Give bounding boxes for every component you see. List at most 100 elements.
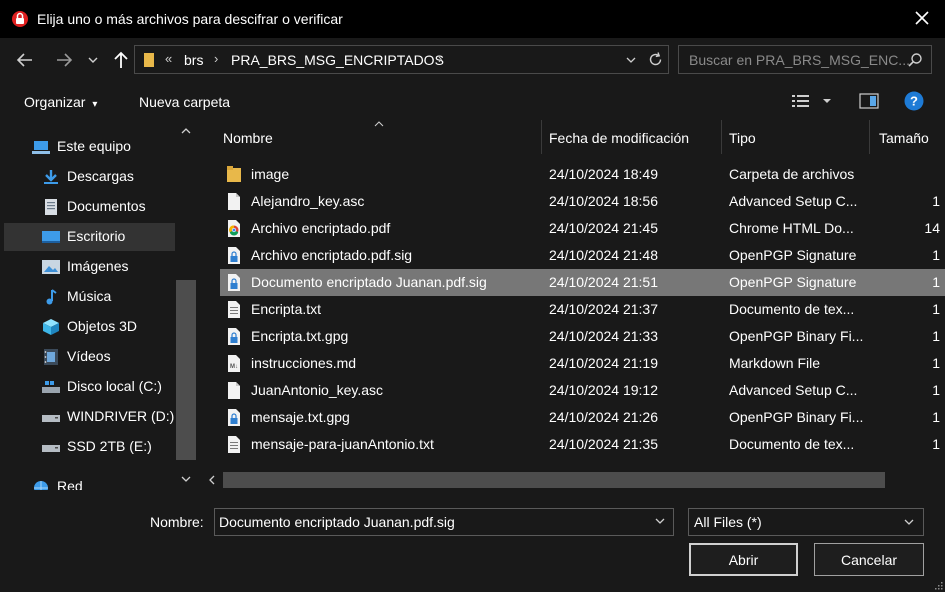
file-row[interactable]: Archivo encriptado.pdf.sig 24/10/2024 21:… [220,242,945,269]
view-details-icon[interactable] [791,93,811,109]
chevron-down-icon[interactable] [625,54,637,66]
open-button[interactable]: Abrir [689,543,798,576]
sidebar-item-local-disk-c[interactable]: Disco local (C:) [4,373,175,401]
sidebar-scrollbar[interactable] [176,120,196,490]
cancel-button[interactable]: Cancelar [814,543,924,576]
cell-name: Archivo encriptado.pdf [251,220,391,236]
file-row[interactable]: Encripta.txt 24/10/2024 21:37 Documento de… [220,296,945,323]
music-icon [46,289,57,305]
forward-icon[interactable] [53,50,75,70]
cell-type: Chrome HTML Do... [729,220,854,236]
sidebar-item-label: Escritorio [67,228,126,244]
breadcrumb-item[interactable]: brs [184,52,203,68]
sidebar-item-pictures[interactable]: Imágenes [4,253,175,281]
cell-size: 1 [932,193,940,209]
sidebar-item-music[interactable]: Música [4,283,175,311]
sidebar-scroll-thumb[interactable] [176,280,196,460]
file-row[interactable]: JuanAntonio_key.asc 24/10/2024 19:12 Advan… [220,377,945,404]
search-placeholder: Buscar en PRA_BRS_MSG_ENC... [689,52,910,68]
file-row[interactable]: mensaje-para-juanAntonio.txt 24/10/2024 2… [220,431,945,458]
cell-size: 1 [932,436,940,452]
organize-button[interactable]: Organizar ▾ [24,94,97,110]
column-header-type[interactable]: Tipo [722,120,869,154]
file-row[interactable]: M↓ instrucciones.md 24/10/2024 21:19 Markdo… [220,350,945,377]
navigation-pane: Este equipo Descargas Documentos Escrito… [0,120,196,490]
cell-date: 24/10/2024 21:26 [549,409,658,425]
cell-type: OpenPGP Signature [729,247,857,263]
sidebar-item-ssd-e[interactable]: SSD 2TB (E:) [4,433,175,461]
chevron-down-icon[interactable] [903,516,915,528]
sidebar-item-network[interactable]: Red [4,473,175,490]
breadcrumb-item[interactable]: PRA_BRS_MSG_ENCRIPTADOS [231,52,444,68]
cube-icon [43,319,59,335]
cell-name: Encripta.txt.gpg [251,328,349,344]
sidebar-item-videos[interactable]: Vídeos [4,343,175,371]
toolbar: Organizar ▾ Nueva carpeta ? [0,82,945,120]
cell-name: Encripta.txt [251,301,322,317]
cell-date: 24/10/2024 21:19 [549,355,658,371]
back-icon[interactable] [14,50,36,70]
scroll-left-icon[interactable] [207,474,217,486]
close-icon[interactable] [913,9,931,27]
help-icon[interactable]: ? [904,91,924,111]
svg-text:M↓: M↓ [230,364,238,370]
cell-type: Carpeta de archivos [729,166,855,182]
view-options-caret-icon[interactable] [821,96,833,106]
sidebar-item-windriver-d[interactable]: WINDRIVER (D:) [4,403,175,431]
cell-date: 24/10/2024 21:51 [549,274,658,290]
text-file-icon [228,436,240,453]
cell-size: 1 [932,247,940,263]
sidebar-item-desktop[interactable]: Escritorio [4,223,175,251]
sidebar-item-downloads[interactable]: Descargas [4,163,175,191]
chevron-right-icon[interactable]: › [214,51,218,66]
image-icon [42,260,60,274]
column-header-label: Nombre [223,130,273,146]
drive-icon [42,445,60,452]
resize-grip-icon[interactable] [933,580,943,590]
file-type-filter-select[interactable]: All Files (*) [688,508,924,536]
sidebar-item-label: Vídeos [67,348,111,364]
search-input[interactable]: Buscar en PRA_BRS_MSG_ENC... [678,45,932,74]
cell-type: OpenPGP Binary Fi... [729,409,864,425]
file-row[interactable]: Archivo encriptado.pdf 24/10/2024 21:45 Ch… [220,215,945,242]
cell-size: 1 [932,355,940,371]
file-row[interactable]: Alejandro_key.asc 24/10/2024 18:56 Advance… [220,188,945,215]
sidebar-item-3d-objects[interactable]: Objetos 3D [4,313,175,341]
lock-file-icon [228,409,240,426]
horizontal-scrollbar[interactable] [201,469,945,489]
horizontal-scroll-thumb[interactable] [223,472,885,488]
filename-history-chevron-down-icon[interactable] [654,515,666,527]
scroll-up-icon[interactable] [180,126,192,136]
file-row[interactable]: Documento encriptado Juanan.pdf.sig 24/10… [220,269,945,296]
preview-pane-icon[interactable] [859,93,879,109]
column-header-name[interactable]: Nombre [201,120,541,154]
sidebar-item-label: Documentos [67,198,146,214]
file-row[interactable]: mensaje.txt.gpg 24/10/2024 21:26 OpenPGP B… [220,404,945,431]
filename-label: Nombre: [150,514,204,530]
svg-text:?: ? [910,94,918,109]
column-header-size[interactable]: Tamaño [870,120,945,154]
breadcrumb-overflow[interactable]: « [165,51,172,66]
refresh-icon[interactable] [647,51,664,68]
file-row[interactable]: Encripta.txt.gpg 24/10/2024 21:33 OpenPGP … [220,323,945,350]
search-icon[interactable] [907,52,923,68]
address-bar[interactable]: « brs › PRA_BRS_MSG_ENCRIPTADOS › [134,45,669,74]
folder-icon [227,166,241,182]
cell-date: 24/10/2024 18:56 [549,193,658,209]
lock-file-icon [228,247,240,264]
up-icon[interactable] [110,50,132,70]
sidebar-item-documents[interactable]: Documentos [4,193,175,221]
file-row[interactable]: image 24/10/2024 18:49 Carpeta de archivos [220,161,945,188]
sidebar-item-label: Descargas [67,168,134,184]
new-folder-button[interactable]: Nueva carpeta [139,94,230,110]
network-icon [34,481,48,490]
recent-locations-chevron-down-icon[interactable] [86,50,100,70]
cell-size: 1 [932,274,940,290]
chevron-right-icon[interactable]: › [438,51,442,66]
scroll-down-icon[interactable] [180,474,192,484]
organize-label: Organizar [24,94,86,110]
column-header-label: Tamaño [879,130,929,146]
column-header-date[interactable]: Fecha de modificación [542,120,721,154]
sidebar-item-this-pc[interactable]: Este equipo [4,133,175,161]
filename-input[interactable] [214,508,674,536]
